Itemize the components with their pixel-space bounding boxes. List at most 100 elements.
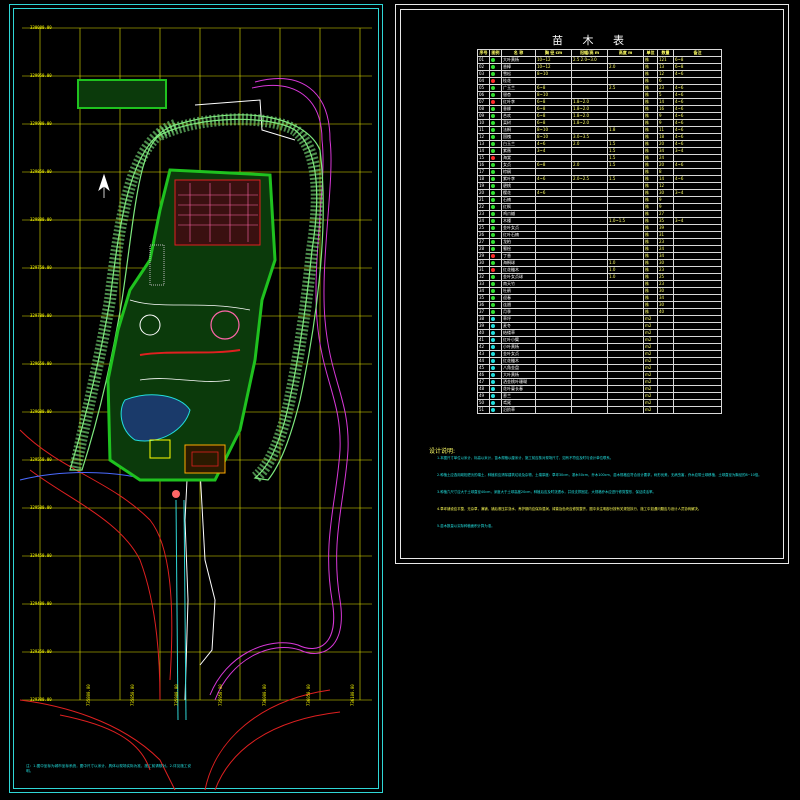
table-cell: 47 xyxy=(477,378,490,386)
table-header-row: 序号 图例名 称胸 径 cm 冠幅/高 m 高度 m 单位 数量 备注 xyxy=(477,49,722,57)
table-cell: m2 xyxy=(643,322,658,330)
table-cell xyxy=(571,329,608,337)
table-cell: 株 xyxy=(643,161,658,169)
plant-symbol-icon xyxy=(491,58,495,62)
table-cell: 女贞 xyxy=(501,161,536,169)
table-cell xyxy=(607,98,644,106)
table-cell: 株 xyxy=(643,196,658,204)
table-row: 22 红枫 株 9 xyxy=(477,203,722,211)
legend-symbol-cell xyxy=(489,392,502,400)
table-cell: 银杏 xyxy=(501,91,536,99)
legend-symbol-cell xyxy=(489,224,502,232)
plant-symbol-icon xyxy=(491,261,495,265)
table-row: 43 金叶女贞 m2 xyxy=(477,350,722,358)
table-cell: 株 xyxy=(643,112,658,120)
table-row: 47 洒金桃叶珊瑚 m2 xyxy=(477,378,722,386)
table-cell xyxy=(673,259,722,267)
table-cell: 红枫 xyxy=(501,203,536,211)
table-cell: 南天竹 xyxy=(501,280,536,288)
table-cell: 39 xyxy=(477,322,490,330)
table-row: 34 杜鹃 株 30 xyxy=(477,287,722,295)
legend-symbol-cell xyxy=(489,147,502,155)
table-header-cell: 高度 m xyxy=(607,49,644,57)
table-row: 42 小叶黄杨 m2 xyxy=(477,343,722,351)
table-row: 02 香樟 10~12 2.0 株 13 6~8 xyxy=(477,63,722,71)
table-cell xyxy=(571,280,608,288)
table-cell: 33 xyxy=(477,280,490,288)
table-cell: 9 xyxy=(657,203,674,211)
table-cell: 株 xyxy=(643,140,658,148)
table-row: 39 麦冬 m2 xyxy=(477,322,722,330)
table-cell: 41 xyxy=(477,336,490,344)
table-cell xyxy=(607,336,644,344)
table-cell xyxy=(673,273,722,281)
table-cell: 07 xyxy=(477,98,490,106)
plant-symbol-icon xyxy=(491,142,495,146)
schedule-title: 苗 木 表 xyxy=(552,34,632,47)
table-cell xyxy=(571,364,608,372)
table-cell: 月季 xyxy=(501,308,536,316)
table-cell: 1.5 xyxy=(607,175,644,183)
table-cell xyxy=(571,357,608,365)
plant-symbol-icon xyxy=(491,100,495,104)
table-cell xyxy=(673,231,722,239)
table-cell xyxy=(673,224,722,232)
table-cell xyxy=(673,182,722,190)
table-row: 19 碧桃 株 12 xyxy=(477,182,722,190)
plant-symbol-icon xyxy=(491,254,495,258)
table-row: 27 龙柏 株 23 xyxy=(477,238,722,246)
table-cell: 6~8 xyxy=(673,63,722,71)
table-cell xyxy=(657,357,674,365)
table-cell: 株 xyxy=(643,70,658,78)
table-cell xyxy=(535,343,572,351)
table-cell xyxy=(571,203,608,211)
y-coordinate-label: 329300.00 xyxy=(30,697,52,702)
table-cell xyxy=(571,238,608,246)
table-cell: 24 xyxy=(657,245,674,253)
table-cell xyxy=(535,280,572,288)
table-cell: 12 xyxy=(657,70,674,78)
table-cell: 05 xyxy=(477,84,490,92)
table-cell: 沿阶草 xyxy=(501,406,536,414)
table-cell: 20 xyxy=(657,161,674,169)
table-cell xyxy=(571,217,608,225)
table-row: 11 法桐 8~10 1.8 株 11 4~6 xyxy=(477,126,722,134)
table-cell: 白玉兰 xyxy=(501,140,536,148)
table-row: 08 垂柳 6~8 1.8~2.0 株 16 4~6 xyxy=(477,105,722,113)
table-cell: 4~6 xyxy=(673,126,722,134)
design-note-paragraph: 4.草坪铺设应平整，无杂草，满铺，铺后滚压并浇水，养护期内应保持湿润，绿篱及色块… xyxy=(437,507,702,511)
plant-symbol-icon xyxy=(491,373,495,377)
table-cell: 4~6 xyxy=(535,140,572,148)
table-cell xyxy=(673,287,722,295)
table-cell: 1.8~2.0 xyxy=(571,105,608,113)
table-cell xyxy=(673,357,722,365)
table-cell: 麦冬 xyxy=(501,322,536,330)
table-cell: 红叶李 xyxy=(501,98,536,106)
legend-symbol-cell xyxy=(489,182,502,190)
plant-symbol-icon xyxy=(491,296,495,300)
table-cell: 金叶女贞 xyxy=(501,350,536,358)
table-cell: 樱花 xyxy=(501,189,536,197)
table-cell: 国槐 xyxy=(501,133,536,141)
table-cell: 株 xyxy=(643,154,658,162)
table-cell: 红花檵木 xyxy=(501,266,536,274)
table-cell xyxy=(607,224,644,232)
table-cell: 3.0~3.5 xyxy=(571,133,608,141)
table-cell xyxy=(607,238,644,246)
table-header-cell: 数量 xyxy=(657,49,674,57)
table-cell: 1.5 xyxy=(607,147,644,155)
table-cell xyxy=(571,406,608,414)
table-cell: 32 xyxy=(477,273,490,281)
building-block xyxy=(174,179,261,246)
table-row: 37 月季 株 40 xyxy=(477,308,722,316)
table-row: 21 石楠 株 9 xyxy=(477,196,722,204)
table-cell xyxy=(607,133,644,141)
table-cell: 株 xyxy=(643,56,658,64)
plant-symbol-icon xyxy=(491,177,495,181)
table-cell: 大叶黄杨 xyxy=(501,56,536,64)
table-row: 16 女贞 6~8 2.0 1.5 株 20 4~6 xyxy=(477,161,722,169)
table-row: 15 海棠 1.5 株 24 xyxy=(477,154,722,162)
table-cell xyxy=(673,406,722,414)
x-coordinate-label: 735900.00 xyxy=(174,684,179,706)
entrance-marker xyxy=(172,490,180,498)
